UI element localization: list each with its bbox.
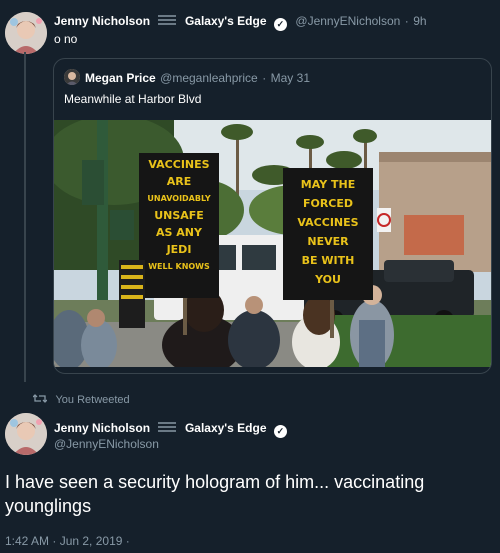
handle[interactable]: @JennyENicholson — [54, 437, 159, 451]
separator-icon — [158, 422, 177, 432]
sign-left-line: AS ANY — [156, 226, 202, 239]
quoted-header: Megan Price @meganleahprice · May 31 — [85, 69, 310, 87]
display-name[interactable]: Jenny Nicholson — [54, 421, 150, 435]
sign-right-line: NEVER — [307, 235, 349, 248]
tweet-text: I have seen a security hologram of him..… — [5, 472, 425, 516]
avatar[interactable] — [5, 413, 47, 455]
dot-separator: · — [404, 14, 409, 28]
quoted-date: May 31 — [270, 71, 310, 85]
quoted-photo[interactable]: VACCINES ARE UNAVOIDABLY UNSAFE AS ANY J… — [54, 120, 491, 367]
dot-separator: · — [262, 71, 267, 85]
sign-right-line: FORCED — [302, 197, 354, 210]
tweet-header: Jenny Nicholson Galaxy's Edge ✓ @JennyEN… — [54, 12, 427, 31]
sign-left-line: VACCINES — [148, 158, 210, 171]
sign-left-line: WELL KNOWS — [148, 262, 210, 271]
tweet-header: Jenny Nicholson Galaxy's Edge ✓ — [54, 419, 287, 438]
sign-left-line: UNSAFE — [154, 209, 204, 222]
quoted-text: Meanwhile at Harbor Blvd — [64, 92, 202, 106]
quoted-tweet-card[interactable]: Megan Price @meganleahprice · May 31 Mea… — [53, 58, 492, 374]
sign-right: MAY THE FORCED VACCINES NEVER BE WITH YO… — [283, 175, 373, 289]
quoted-handle: @meganleahprice — [160, 71, 258, 85]
quoted-display-name: Megan Price — [85, 71, 156, 85]
name-suffix[interactable]: Galaxy's Edge — [185, 14, 267, 28]
handle[interactable]: @JennyENicholson — [295, 14, 400, 28]
name-suffix[interactable]: Galaxy's Edge — [185, 421, 267, 435]
sign-right-line: YOU — [315, 273, 341, 286]
timestamp[interactable]: 9h — [413, 14, 426, 28]
sign-left-line: UNAVOIDABLY — [147, 194, 211, 203]
sign-right-line: VACCINES — [297, 216, 359, 229]
separator-icon — [158, 15, 177, 25]
sign-left-line: ARE — [166, 175, 192, 188]
retweet-label[interactable]: You Retweeted — [55, 394, 129, 406]
avatar[interactable] — [5, 12, 47, 54]
quoted-avatar — [64, 69, 80, 85]
display-name[interactable]: Jenny Nicholson — [54, 14, 150, 28]
sign-left-line: JEDI — [166, 243, 192, 256]
sign-left: VACCINES ARE UNAVOIDABLY UNSAFE AS ANY J… — [139, 156, 219, 275]
tweet-text: o no — [54, 32, 78, 46]
sign-right-line: BE WITH — [301, 254, 355, 267]
verified-badge-icon: ✓ — [273, 425, 287, 438]
thread-line — [24, 52, 26, 382]
retweet-indicator: You Retweeted — [32, 390, 130, 408]
sign-right-line: MAY THE — [300, 178, 356, 191]
tweet-timestamp[interactable]: 1:42 AM · Jun 2, 2019 · — [5, 534, 130, 548]
retweet-icon — [32, 394, 48, 403]
verified-badge-icon: ✓ — [273, 18, 287, 31]
